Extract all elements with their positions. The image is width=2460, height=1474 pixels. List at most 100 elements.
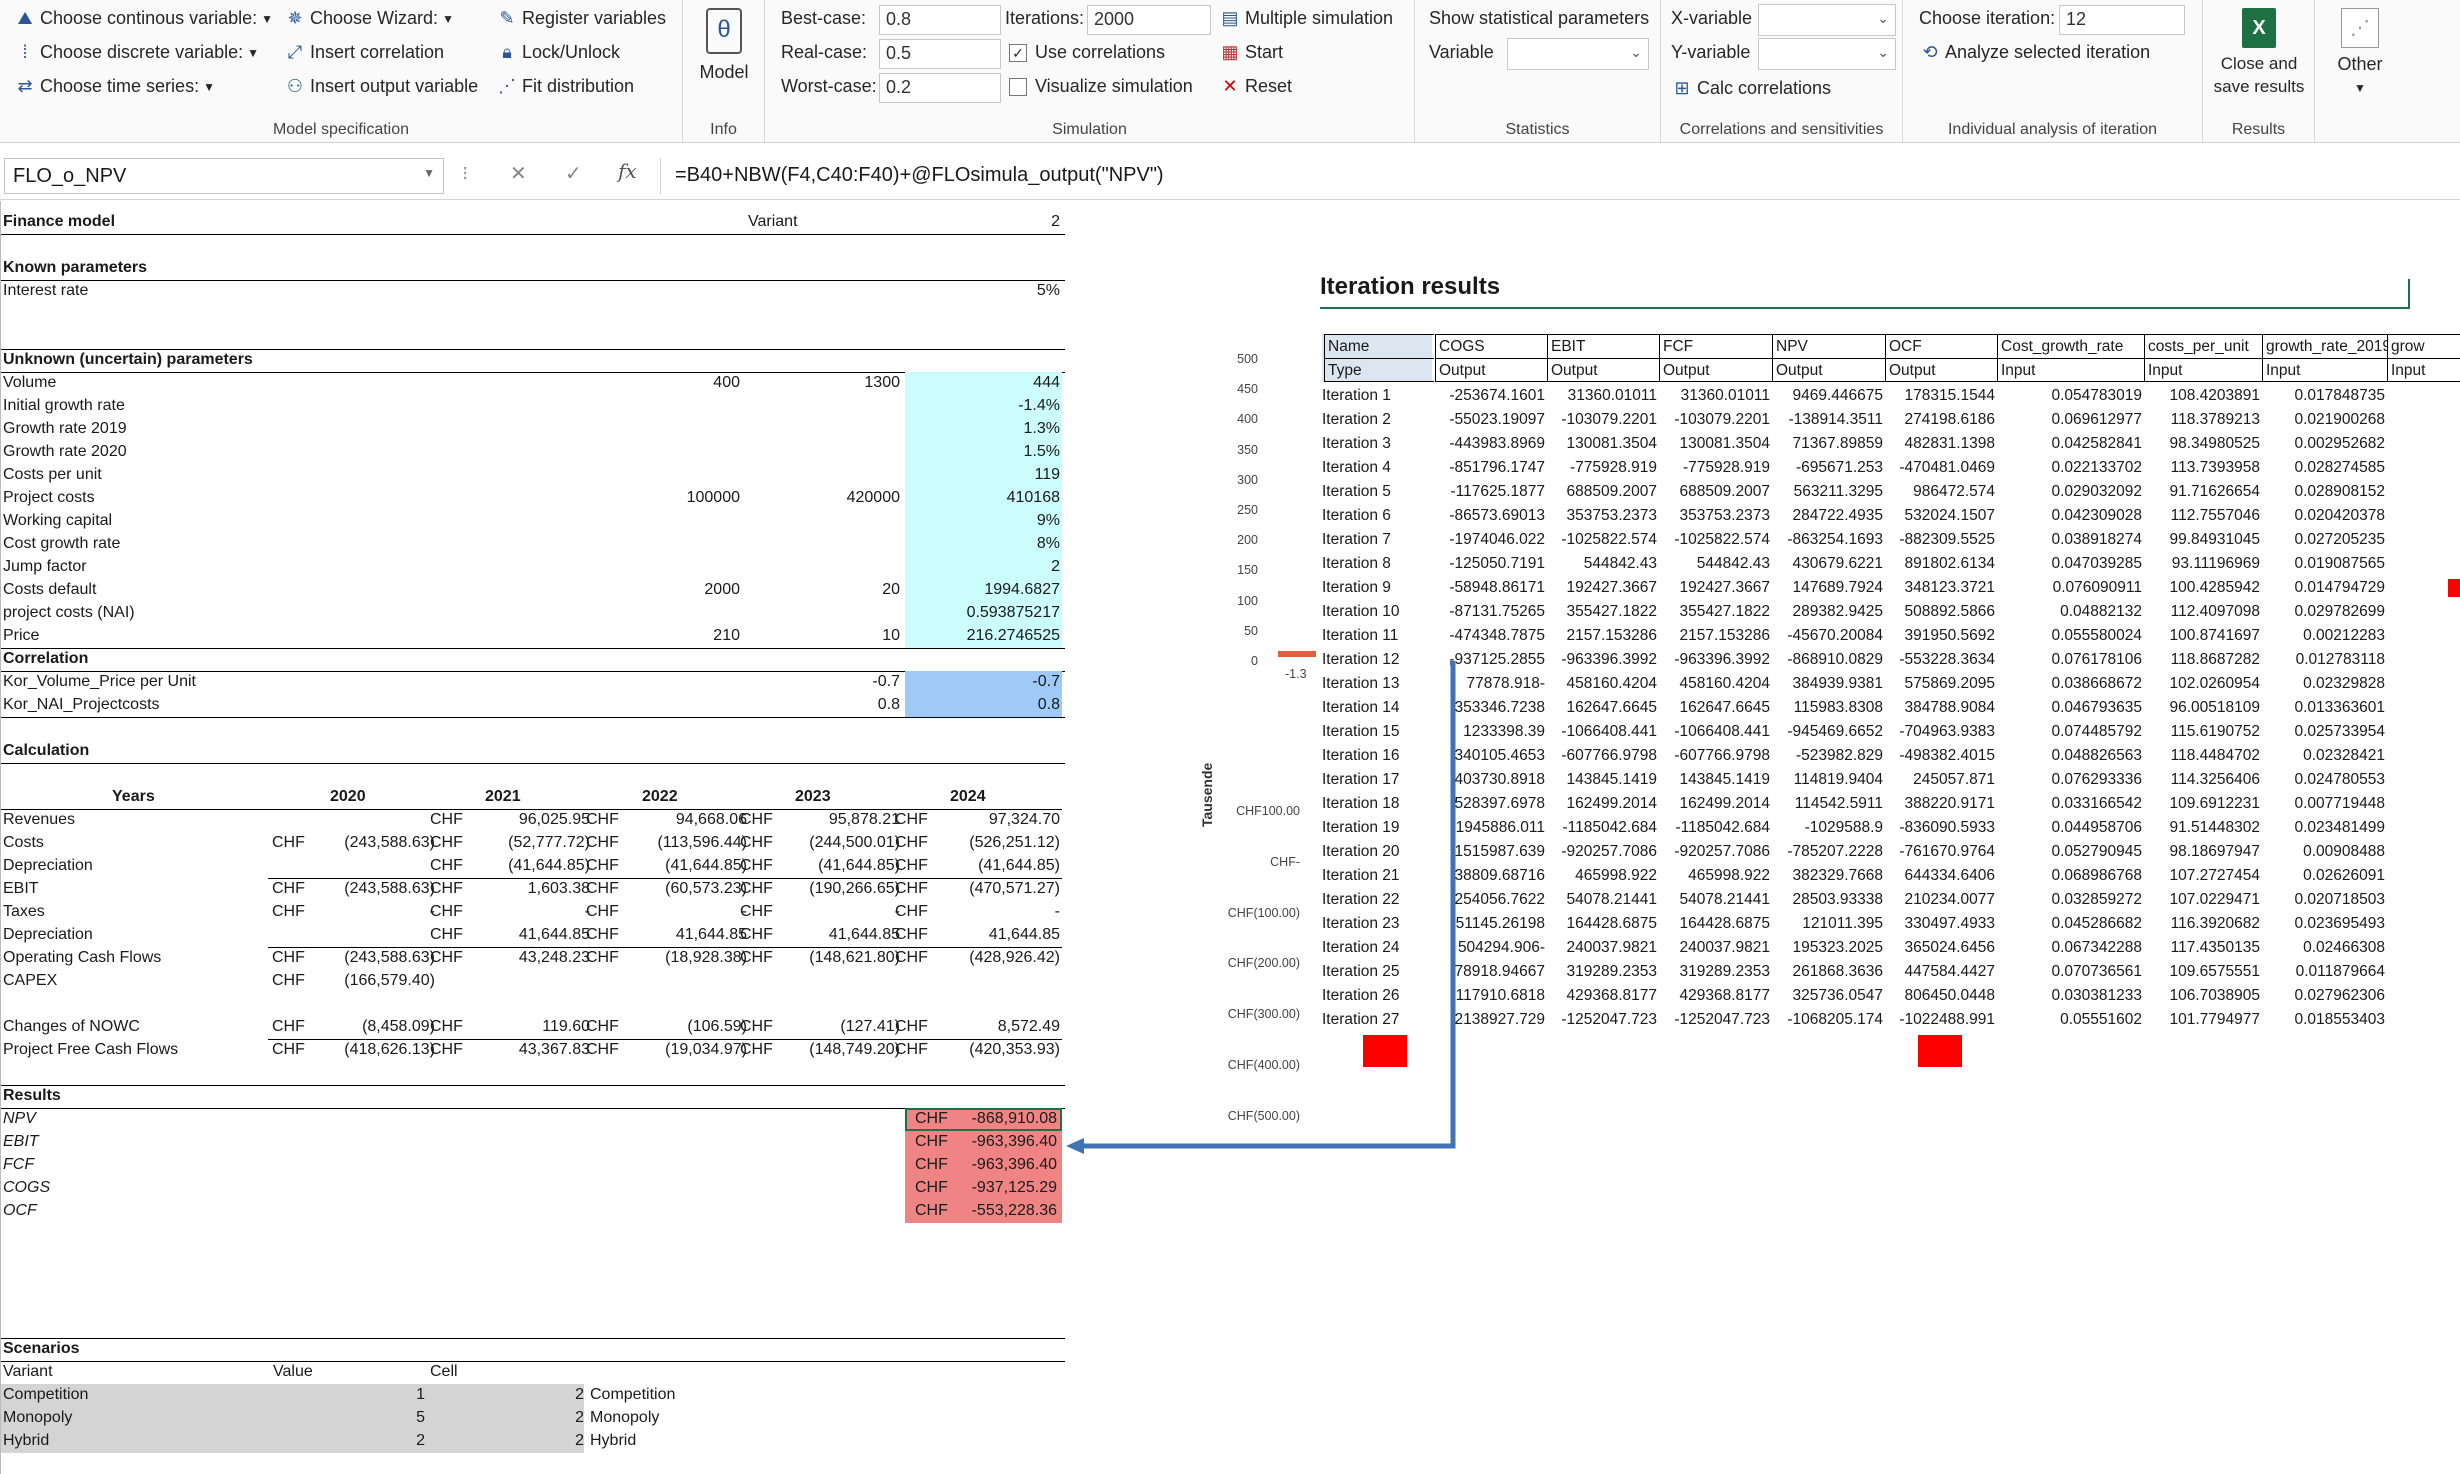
iteration-value[interactable]: 240037.9821 xyxy=(1657,936,1770,960)
parameter-max[interactable]: 1300 xyxy=(800,372,900,394)
model-button[interactable]: θ Model xyxy=(697,8,751,84)
lock-unlock-button[interactable]: 🔒︎ Lock/Unlock xyxy=(496,42,620,63)
iteration-value[interactable]: 340105.4653 xyxy=(1455,744,1545,768)
parameter-value[interactable]: -1.4% xyxy=(905,395,1060,417)
iteration-value[interactable]: 0.068986768 xyxy=(1995,864,2142,888)
calc-value[interactable]: (8,458.09) xyxy=(300,1016,435,1038)
calc-value[interactable]: (127.41) xyxy=(765,1016,900,1038)
calc-value[interactable]: 41,644.85 xyxy=(455,924,590,946)
iteration-value[interactable]: 31360.01011 xyxy=(1545,384,1657,408)
iteration-value[interactable]: -607766.9798 xyxy=(1657,744,1770,768)
worst-case-input[interactable]: 0.2 xyxy=(879,73,1001,103)
iteration-value[interactable]: -253674.1601 xyxy=(1433,384,1545,408)
calc-value[interactable]: (418,626.13) xyxy=(300,1039,435,1061)
iteration-value[interactable]: 130081.3504 xyxy=(1545,432,1657,456)
iteration-value[interactable]: 118.8687282 xyxy=(2142,648,2260,672)
iteration-value[interactable]: 289382.9425 xyxy=(1770,600,1883,624)
use-correlations-checkbox[interactable]: ✓ Use correlations xyxy=(1009,42,1165,63)
iteration-value[interactable]: 0.076090911 xyxy=(1995,576,2142,600)
correlation-value[interactable]: -0.7 xyxy=(905,671,1060,693)
iteration-value[interactable]: 688509.2007 xyxy=(1545,480,1657,504)
iteration-value[interactable]: 38809.68716 xyxy=(1455,864,1545,888)
parameter-value[interactable]: 8% xyxy=(905,533,1060,555)
calc-value[interactable]: (60,573.23) xyxy=(612,878,747,900)
parameter-min[interactable] xyxy=(640,602,740,624)
iteration-value[interactable]: 28503.93338 xyxy=(1770,888,1883,912)
calc-value[interactable] xyxy=(300,809,435,831)
iteration-name[interactable]: Iteration 9 xyxy=(1322,576,1432,600)
cancel-icon[interactable]: ✕ xyxy=(510,161,527,186)
iteration-value[interactable]: -695671.253 xyxy=(1770,456,1883,480)
calc-value[interactable] xyxy=(300,924,435,946)
iteration-value[interactable]: -504294.906 xyxy=(1455,936,1545,960)
multiple-simulation-button[interactable]: ▤ Multiple simulation xyxy=(1219,8,1393,29)
iteration-value[interactable]: 0.038668672 xyxy=(1995,672,2142,696)
best-case-input[interactable]: 0.8 xyxy=(879,5,1001,35)
calc-value[interactable]: - xyxy=(612,901,747,923)
iteration-value[interactable]: -775928.919 xyxy=(1545,456,1657,480)
iteration-value[interactable]: 1515987.639 xyxy=(1455,840,1545,864)
iteration-value[interactable]: -868910.0829 xyxy=(1770,648,1883,672)
iteration-value[interactable]: -1185042.684 xyxy=(1657,816,1770,840)
iteration-value[interactable]: 71367.89859 xyxy=(1770,432,1883,456)
iteration-value[interactable]: 806450.0448 xyxy=(1883,984,1995,1008)
iteration-value[interactable]: 0.04882132 xyxy=(1995,600,2142,624)
iteration-value[interactable]: 0.029782699 xyxy=(2260,600,2385,624)
iteration-value[interactable]: 0.046793635 xyxy=(1995,696,2142,720)
scenario-value[interactable]: 2 xyxy=(340,1430,425,1452)
iteration-value[interactable]: 0.067342288 xyxy=(1995,936,2142,960)
iteration-name[interactable]: Iteration 4 xyxy=(1322,456,1432,480)
parameter-value[interactable]: 1994.6827 xyxy=(905,579,1060,601)
iteration-value[interactable]: 325736.0547 xyxy=(1770,984,1883,1008)
calc-value[interactable]: (106.59) xyxy=(612,1016,747,1038)
iteration-value[interactable]: 0.042309028 xyxy=(1995,504,2142,528)
choose-wizard-button[interactable]: ✵ Choose Wizard: ▼ xyxy=(284,8,454,29)
iteration-value[interactable]: 0.054783019 xyxy=(1995,384,2142,408)
iteration-value[interactable]: 0.02328421 xyxy=(2260,744,2385,768)
iteration-value[interactable]: 130081.3504 xyxy=(1657,432,1770,456)
iteration-value[interactable]: 1945886.011 xyxy=(1455,816,1545,840)
iteration-value[interactable]: 107.2727454 xyxy=(2142,864,2260,888)
iteration-value[interactable]: 0.007719448 xyxy=(2260,792,2385,816)
iteration-value[interactable]: 9469.446675 xyxy=(1770,384,1883,408)
iteration-value[interactable]: 114819.9404 xyxy=(1770,768,1883,792)
iteration-value[interactable]: -1185042.684 xyxy=(1545,816,1657,840)
iteration-value[interactable]: -1022488.991 xyxy=(1883,1008,1995,1032)
calc-value[interactable]: 43,248.23 xyxy=(455,947,590,969)
iteration-name[interactable]: Iteration 3 xyxy=(1322,432,1432,456)
iteration-value[interactable]: 458160.4204 xyxy=(1545,672,1657,696)
parameter-max[interactable] xyxy=(800,395,900,417)
iteration-value[interactable]: -77878.918 xyxy=(1455,672,1545,696)
calc-value[interactable]: (244,500.01) xyxy=(765,832,900,854)
iteration-value[interactable]: 388220.9171 xyxy=(1883,792,1995,816)
iteration-value[interactable]: 355427.1822 xyxy=(1657,600,1770,624)
calc-value[interactable]: (18,928.38) xyxy=(612,947,747,969)
real-case-input[interactable]: 0.5 xyxy=(879,39,1001,69)
calc-value[interactable]: (428,926.42) xyxy=(920,947,1060,969)
calc-value[interactable]: 43,367.83 xyxy=(455,1039,590,1061)
iteration-value[interactable]: 0.047039285 xyxy=(1995,552,2142,576)
iteration-value[interactable]: 78918.94667 xyxy=(1455,960,1545,984)
iteration-value[interactable]: 261868.3636 xyxy=(1770,960,1883,984)
iteration-value[interactable]: 164428.6875 xyxy=(1545,912,1657,936)
calc-value[interactable]: - xyxy=(920,901,1060,923)
calc-value[interactable]: 119.60 xyxy=(455,1016,590,1038)
iteration-value[interactable]: 1233398.39 xyxy=(1455,720,1545,744)
iteration-value[interactable]: 91.71626654 xyxy=(2142,480,2260,504)
iteration-name[interactable]: Iteration 2 xyxy=(1322,408,1432,432)
parameter-value[interactable]: 1.5% xyxy=(905,441,1060,463)
iteration-value[interactable]: 0.033166542 xyxy=(1995,792,2142,816)
other-button[interactable]: ⋰ Other ▼ xyxy=(2323,8,2397,100)
iteration-value[interactable]: -58948.86171 xyxy=(1433,576,1545,600)
parameter-max[interactable] xyxy=(800,602,900,624)
calc-value[interactable]: (243,588.63) xyxy=(300,947,435,969)
iteration-value[interactable]: 319289.2353 xyxy=(1657,960,1770,984)
calc-value[interactable] xyxy=(765,970,900,992)
scenario-value[interactable]: 1 xyxy=(340,1384,425,1406)
parameter-max[interactable] xyxy=(800,441,900,463)
iteration-value[interactable]: 118.4484702 xyxy=(2142,744,2260,768)
iteration-value[interactable]: -945469.6652 xyxy=(1770,720,1883,744)
parameter-min[interactable] xyxy=(640,395,740,417)
calc-value[interactable]: 41,644.85 xyxy=(920,924,1060,946)
iteration-value[interactable]: 0.018553403 xyxy=(2260,1008,2385,1032)
